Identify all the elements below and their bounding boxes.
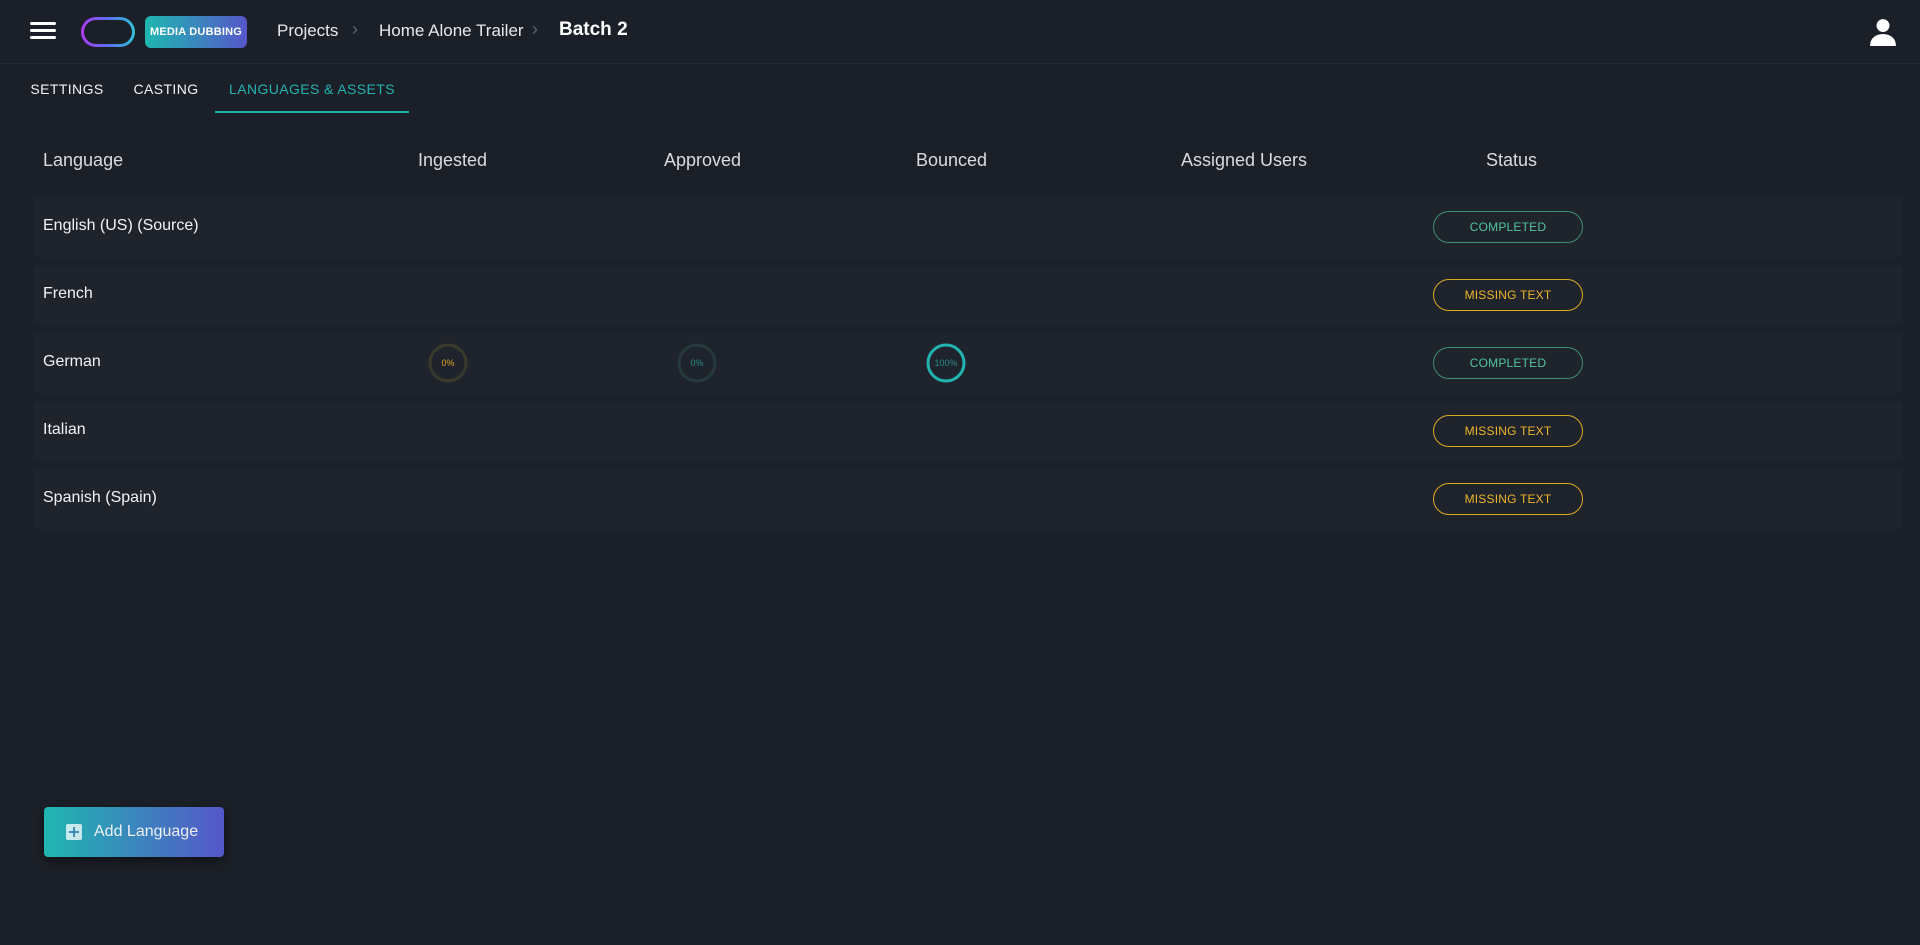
add-box-icon [66, 824, 82, 840]
chevron-right-icon: › [532, 19, 538, 39]
approved-progress-ring: 0% [677, 343, 717, 383]
breadcrumb-projects[interactable]: Projects [277, 21, 338, 41]
approved-percent: 0% [690, 358, 704, 368]
ingested-progress-ring: 0% [428, 343, 468, 383]
tab-bar: SETTINGS CASTING LANGUAGES & ASSETS [0, 65, 1920, 113]
language-name: German [43, 353, 101, 370]
status-badge: COMPLETED [1433, 211, 1583, 243]
language-name: English (US) (Source) [43, 217, 199, 234]
column-header-approved: Approved [664, 150, 742, 170]
status-badge: MISSING TEXT [1433, 483, 1583, 515]
user-icon[interactable] [1870, 18, 1896, 46]
bounced-progress-ring: 100% [926, 343, 966, 383]
table-row[interactable]: English (US) (Source) COMPLETED [33, 197, 1903, 257]
language-name: Italian [43, 421, 86, 438]
column-header-assigned-users: Assigned Users [1181, 150, 1308, 170]
ingested-percent: 0% [441, 358, 455, 368]
table-row[interactable]: German 0% 0% 100% COMPLETED [33, 333, 1903, 393]
breadcrumb-project[interactable]: Home Alone Trailer [379, 21, 524, 41]
tab-casting[interactable]: CASTING [126, 65, 206, 113]
chevron-right-icon: › [352, 19, 358, 39]
language-name: French [43, 285, 93, 302]
app-logo[interactable] [81, 17, 135, 47]
breadcrumb-current: Batch 2 [559, 19, 628, 40]
app-badge[interactable]: MEDIA DUBBING [145, 16, 247, 48]
language-name: Spanish (Spain) [43, 489, 157, 506]
status-badge: MISSING TEXT [1433, 415, 1583, 447]
add-language-label: Add Language [94, 823, 199, 840]
top-bar: MEDIA DUBBING Projects › Home Alone Trai… [0, 0, 1920, 64]
tab-languages-assets[interactable]: LANGUAGES & ASSETS [215, 65, 409, 113]
menu-icon[interactable] [30, 20, 56, 42]
tab-settings[interactable]: SETTINGS [18, 65, 116, 113]
table-row[interactable]: French MISSING TEXT [33, 265, 1903, 325]
status-badge: COMPLETED [1433, 347, 1583, 379]
bounced-percent: 100% [934, 358, 958, 368]
column-header-bounced: Bounced [916, 150, 988, 170]
column-header-language: Language [43, 150, 124, 170]
column-header-status: Status [1486, 150, 1538, 170]
add-language-button[interactable]: Add Language [44, 807, 224, 857]
table-row[interactable]: Italian MISSING TEXT [33, 401, 1903, 461]
table-row[interactable]: Spanish (Spain) MISSING TEXT [33, 469, 1903, 529]
status-badge: MISSING TEXT [1433, 279, 1583, 311]
column-header-ingested: Ingested [418, 150, 488, 170]
